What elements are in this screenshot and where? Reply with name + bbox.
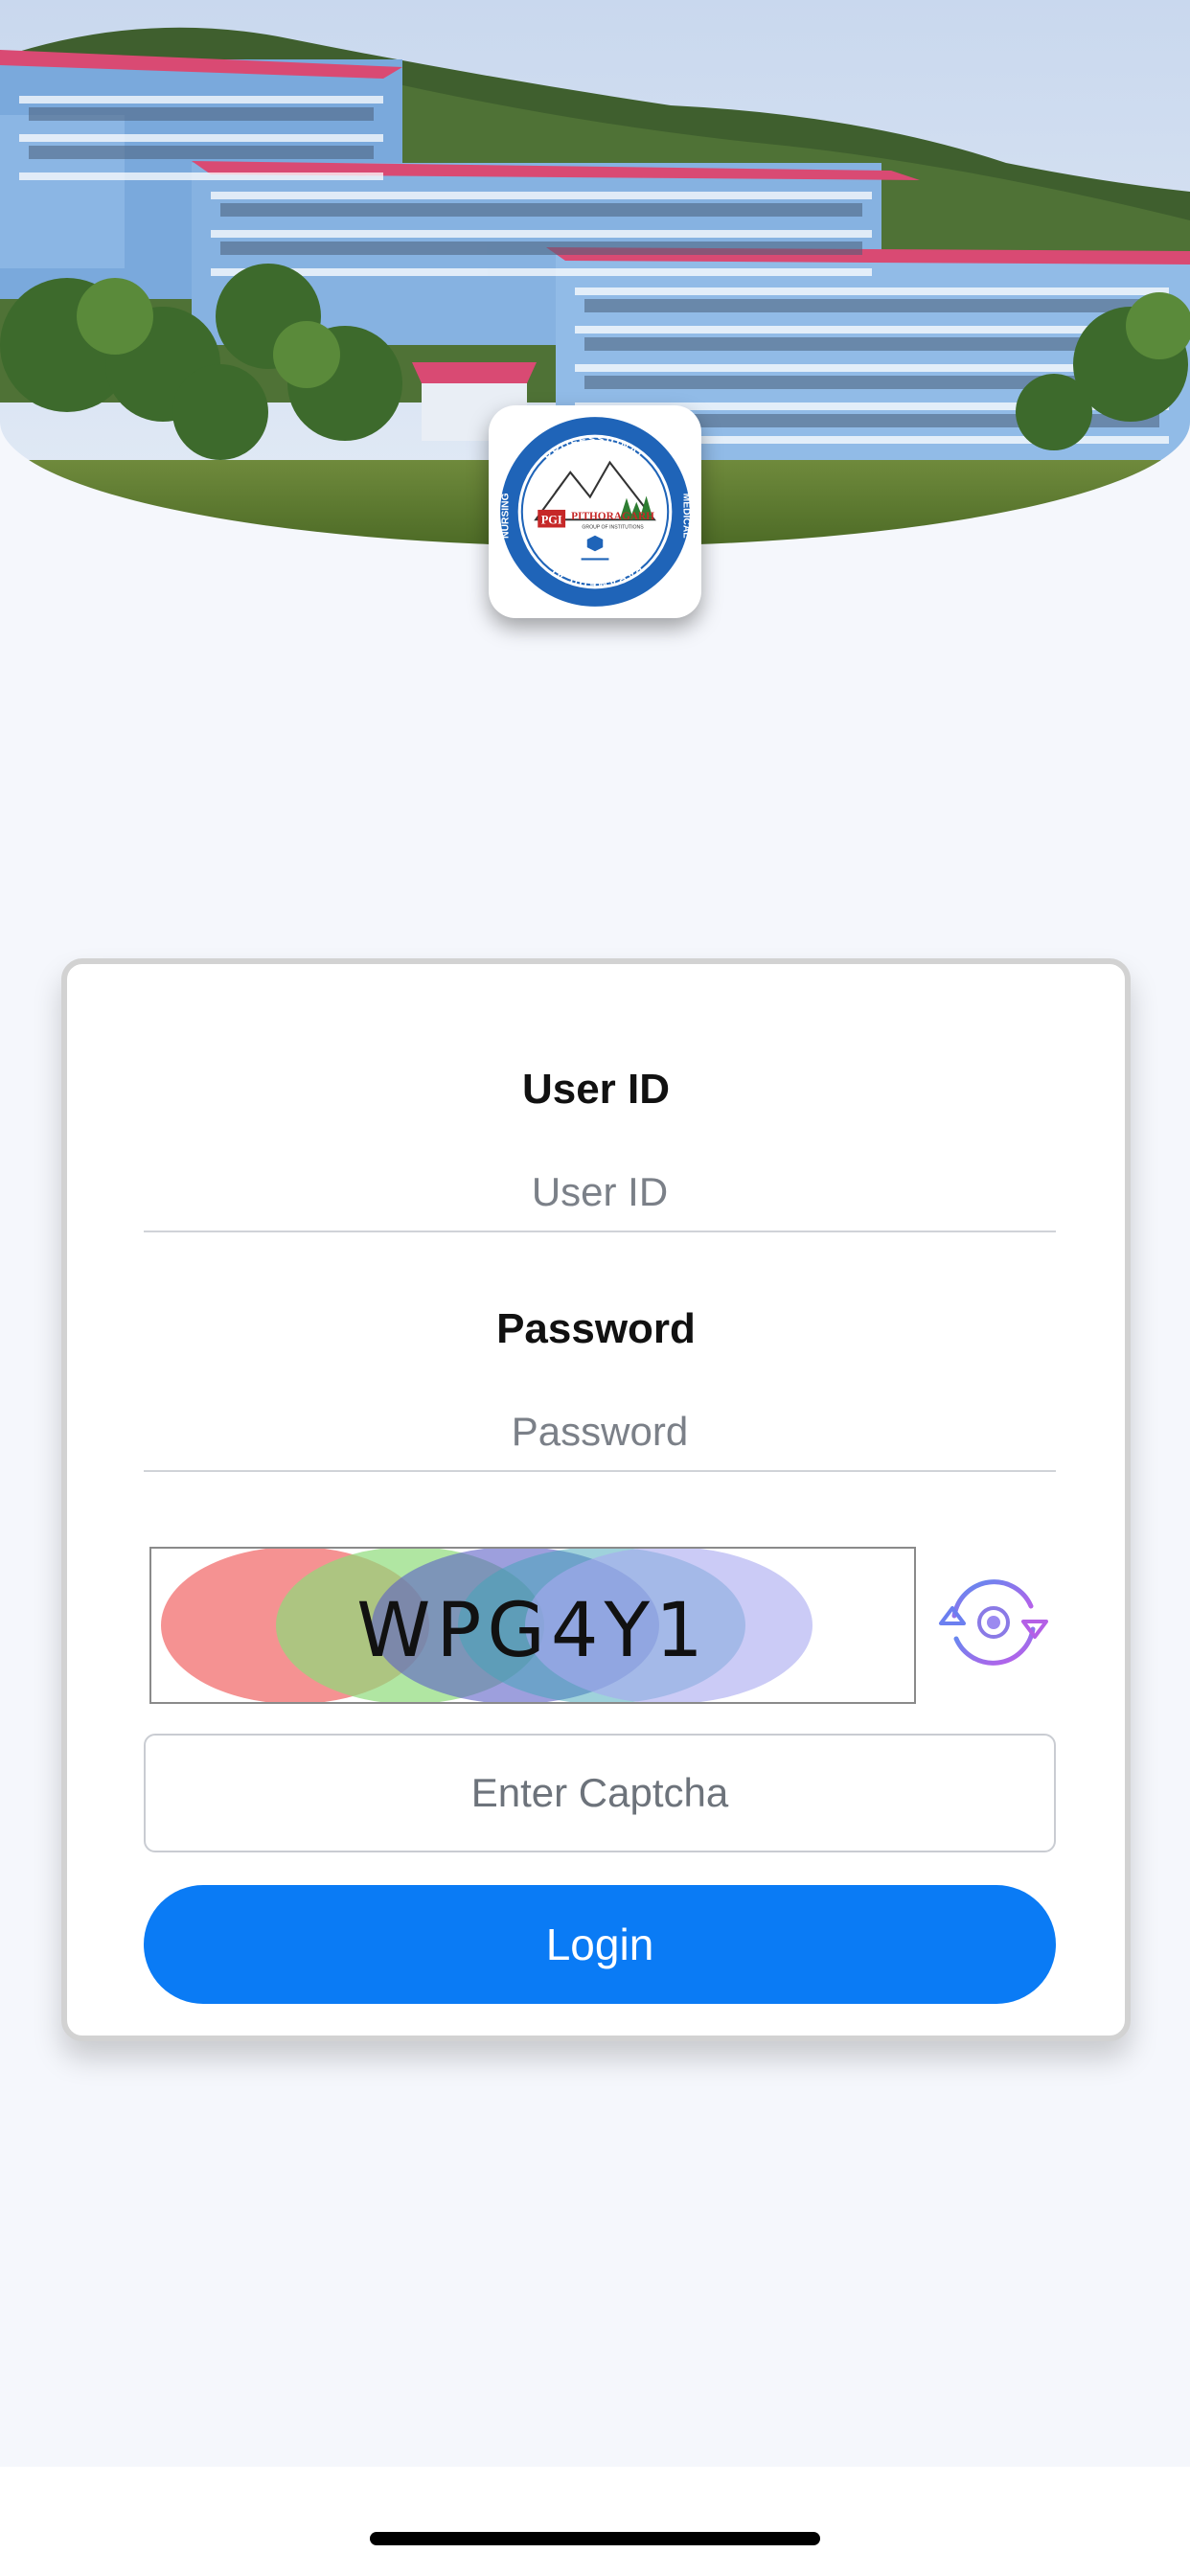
user-id-input[interactable] (144, 1154, 1056, 1232)
login-card: User ID Password WPG4Y1 (61, 958, 1131, 2041)
college-logo: PROFESSIONAL PARAMEDICAL MEDICAL NURSING… (489, 405, 701, 618)
captcha-text: WPG4Y1 (356, 1588, 709, 1674)
home-indicator[interactable] (370, 2532, 820, 2545)
password-input[interactable] (144, 1393, 1056, 1472)
logo-subtitle: GROUP OF INSTITUTIONS (582, 525, 644, 531)
logo-ring-left-text: NURSING (500, 493, 511, 538)
captcha-input[interactable] (144, 1734, 1056, 1852)
logo-abbr: PGI (541, 513, 562, 526)
password-label: Password (496, 1305, 696, 1352)
captcha-image: WPG4Y1 (149, 1547, 916, 1704)
user-id-label: User ID (521, 1066, 671, 1113)
bottom-safe-area (0, 2467, 1190, 2576)
refresh-icon[interactable] (931, 1570, 1056, 1675)
login-button[interactable]: Login (144, 1885, 1056, 2004)
logo-title: PITHORAGARH (571, 511, 654, 522)
logo-ring-right-text: MEDICAL (681, 494, 692, 539)
